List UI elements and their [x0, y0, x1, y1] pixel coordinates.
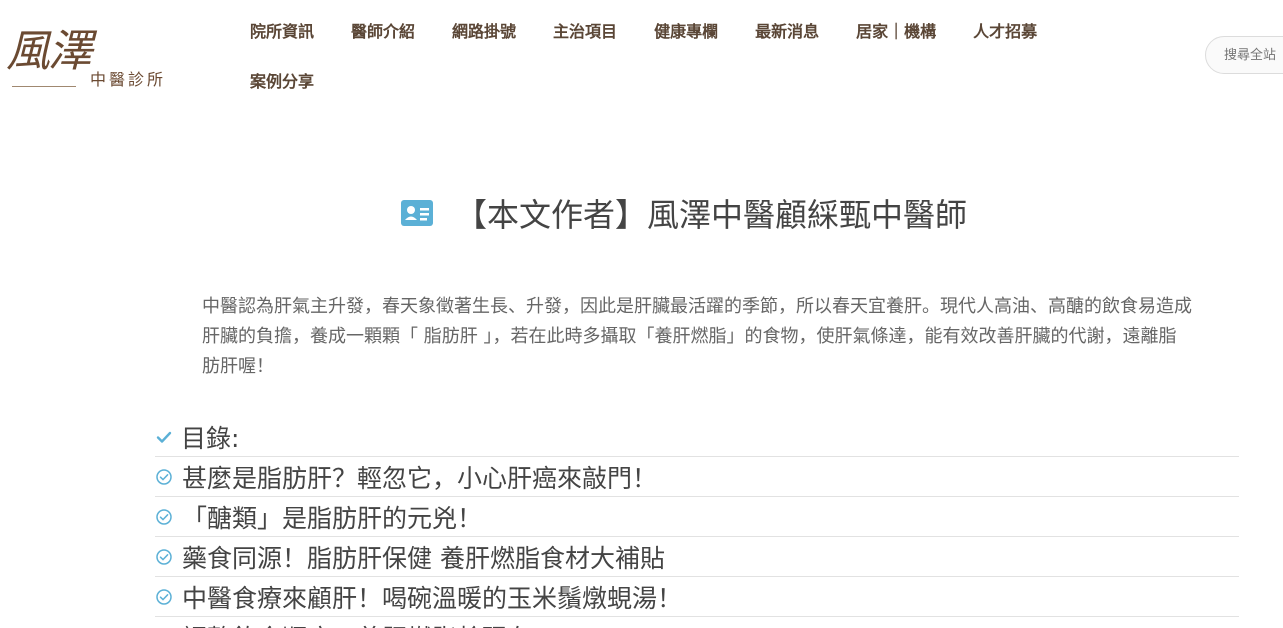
nav-item-home-institution[interactable]: 居家｜機構: [856, 18, 936, 42]
nav-item-clinic-info[interactable]: 院所資訊: [250, 18, 314, 42]
nav-row-1: 院所資訊 醫師介紹 網路掛號 主治項目 健康專欄 最新消息 居家｜機構 人才招募: [250, 14, 1130, 46]
nav-item-treatments[interactable]: 主治項目: [553, 18, 617, 42]
nav-row-2: 案例分享: [250, 64, 1130, 96]
circle-check-icon: [156, 548, 172, 565]
site-logo[interactable]: 風澤 中醫診所: [6, 22, 176, 92]
table-of-contents: 目錄: 甚麼是脂肪肝？輕忽它，小心肝癌來敲門！ 「醣類」是脂肪肝的元兇！ 藥食同…: [155, 418, 1239, 628]
author-title: 【本文作者】風澤中醫顧綵甄中醫師: [455, 196, 968, 234]
circle-check-icon: [156, 468, 172, 485]
circle-check-icon: [156, 508, 172, 525]
logo-sub-text: 中醫診所: [90, 70, 167, 89]
toc-heading-text: 目錄:: [181, 424, 240, 453]
toc-item[interactable]: 調整飲食順序，養肝燃脂趁現在!: [155, 616, 1239, 628]
search-input[interactable]: [1205, 36, 1283, 74]
circle-check-icon: [156, 588, 172, 605]
id-card-icon: [401, 200, 433, 226]
toc-item[interactable]: 中醫食療來顧肝！喝碗溫暖的玉米鬚燉蜆湯！: [155, 576, 1239, 616]
toc-item-label: 甚麼是脂肪肝？輕忽它，小心肝癌來敲門！: [182, 463, 658, 493]
toc-heading: 目錄:: [155, 418, 1239, 456]
main-nav: 院所資訊 醫師介紹 網路掛號 主治項目 健康專欄 最新消息 居家｜機構 人才招募…: [250, 14, 1130, 96]
nav-item-cases[interactable]: 案例分享: [250, 68, 314, 92]
nav-item-doctors[interactable]: 醫師介紹: [351, 18, 415, 42]
nav-item-careers[interactable]: 人才招募: [973, 18, 1037, 42]
toc-item[interactable]: 甚麼是脂肪肝？輕忽它，小心肝癌來敲門！: [155, 456, 1239, 496]
nav-item-registration[interactable]: 網路掛號: [452, 18, 516, 42]
logo-main-text: 風澤: [6, 26, 92, 77]
toc-item-label: 中醫食療來顧肝！喝碗溫暖的玉米鬚燉蜆湯！: [182, 583, 683, 613]
toc-item[interactable]: 「醣類」是脂肪肝的元兇！: [155, 496, 1239, 536]
nav-item-health-column[interactable]: 健康專欄: [654, 18, 718, 42]
toc-item-label: 調整飲食順序，養肝燃脂趁現在!: [182, 619, 542, 628]
nav-item-news[interactable]: 最新消息: [755, 18, 819, 42]
intro-paragraph: 中醫認為肝氣主升發，春天象徵著生長、升發，因此是肝臟最活躍的季節，所以春天宜養肝…: [202, 296, 1192, 377]
toc-item-label: 藥食同源！脂肪肝保健 養肝燃脂食材大補貼: [182, 543, 665, 573]
logo-underline: [12, 86, 76, 87]
check-icon: [156, 431, 172, 443]
toc-item-label: 「醣類」是脂肪肝的元兇！: [182, 503, 483, 533]
toc-item[interactable]: 藥食同源！脂肪肝保健 養肝燃脂食材大補貼: [155, 536, 1239, 576]
author-heading: 【本文作者】風澤中醫顧綵甄中醫師: [401, 190, 967, 236]
